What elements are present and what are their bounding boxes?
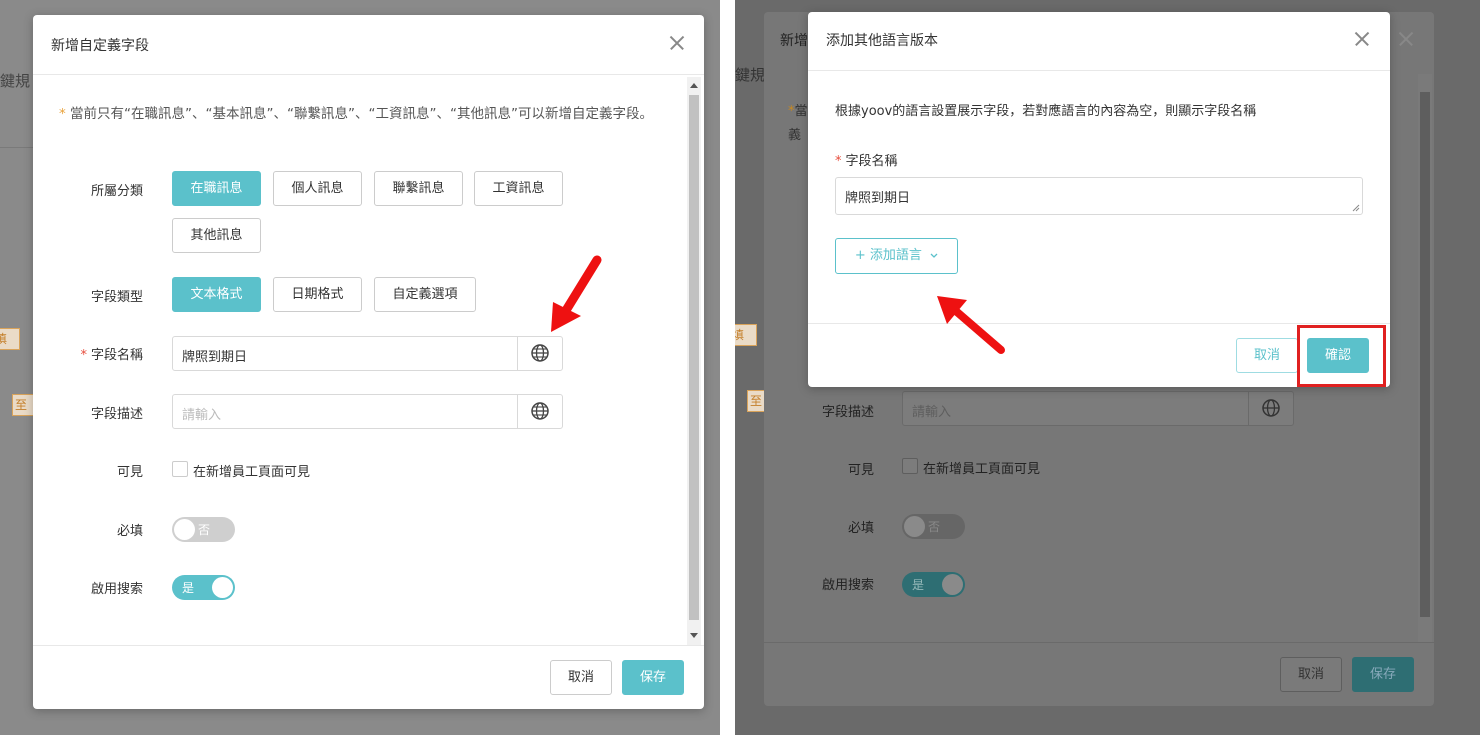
toggle-text: 是	[182, 581, 195, 595]
save-button[interactable]: 保存	[622, 660, 684, 695]
right-screenshot-panel: 鍵規 填 至 新增 *當 義 字段描述 請輸入 可見 在新增員工頁面可見 必填 …	[735, 0, 1480, 735]
field-name-label: * 字段名稱	[835, 154, 898, 169]
toggle-knob	[212, 577, 233, 598]
add-language-label: + 添加語言	[854, 248, 922, 263]
field-name-value: 牌照到期日	[845, 191, 911, 206]
close-icon	[1396, 29, 1416, 49]
globe-icon	[1262, 399, 1280, 417]
bg-search-label: 啟用搜索	[821, 578, 874, 593]
highlight-box-annotation	[1297, 325, 1386, 387]
bg-footer-divider	[764, 642, 1434, 643]
category-option[interactable]: 其他訊息	[172, 218, 261, 253]
background-text: 義	[788, 128, 802, 143]
notice-star: *	[59, 106, 66, 122]
bg-checkbox-label: 在新增員工頁面可見	[923, 462, 1041, 477]
bg-save-button: 保存	[1352, 657, 1414, 692]
cancel-button[interactable]: 取消	[1236, 338, 1298, 373]
category-option[interactable]: 工資訊息	[474, 171, 563, 206]
language-button[interactable]	[517, 395, 562, 428]
required-toggle[interactable]: 否	[172, 517, 235, 542]
searchable-label: 啟用搜索	[90, 582, 143, 597]
bg-language-button	[1248, 392, 1293, 425]
background-tag: 填	[0, 328, 20, 350]
left-screenshot-panel: 鍵規 填 至 新增自定義字段 * 當前只有“在職訊息”、“基本訊息”、“聯繫訊息…	[0, 0, 720, 735]
language-field-name-input[interactable]: 牌照到期日	[835, 177, 1363, 215]
visible-label: 可見	[116, 465, 143, 480]
bg-placeholder: 請輸入	[912, 405, 952, 420]
cancel-button[interactable]: 取消	[550, 660, 612, 695]
toggle-text: 否	[198, 523, 211, 537]
background-text: 鍵規	[735, 66, 766, 84]
background-text: 鍵規	[0, 72, 31, 90]
bg-visible-checkbox	[902, 458, 918, 474]
dialog-header: 添加其他語言版本	[808, 12, 1390, 71]
scroll-up-icon[interactable]	[690, 83, 698, 88]
bg-field-desc-label: 字段描述	[821, 405, 874, 420]
field-name-value: 牌照到期日	[182, 350, 248, 365]
field-name-input[interactable]: 牌照到期日	[172, 336, 563, 371]
toggle-text: 否	[928, 520, 941, 534]
footer-divider	[33, 645, 704, 646]
scroll-down-icon[interactable]	[690, 633, 698, 638]
visible-checkbox[interactable]	[172, 461, 188, 477]
close-icon[interactable]	[667, 33, 687, 53]
red-arrow-annotation	[551, 255, 602, 332]
notice-text: * 當前只有“在職訊息”、“基本訊息”、“聯繫訊息”、“工資訊息”、“其他訊息”…	[59, 103, 659, 125]
background-dialog-title: 新增	[780, 33, 808, 49]
bg-field-desc-input: 請輸入	[902, 391, 1294, 426]
field-desc-placeholder: 請輸入	[182, 408, 222, 423]
toggle-text: 是	[912, 578, 925, 592]
dialog-scrollbar[interactable]	[687, 77, 701, 645]
custom-field-dialog: 新增自定義字段 * 當前只有“在職訊息”、“基本訊息”、“聯繫訊息”、“工資訊息…	[33, 15, 704, 709]
language-button[interactable]	[517, 337, 562, 370]
field-type-option[interactable]: 日期格式	[273, 277, 362, 312]
dialog-header: 新增自定義字段	[33, 15, 704, 75]
required-label: 必填	[116, 524, 143, 539]
chevron-down-icon	[930, 253, 938, 258]
bg-cancel-button: 取消	[1280, 657, 1342, 692]
field-type-option-active[interactable]: 文本格式	[172, 277, 261, 312]
bg-required-toggle: 否	[902, 514, 965, 539]
field-name-label: * 字段名稱	[80, 348, 143, 363]
red-arrow-annotation	[937, 296, 1005, 354]
toggle-knob	[174, 519, 195, 540]
add-language-button[interactable]: + 添加語言	[835, 238, 958, 274]
category-label: 所屬分類	[90, 184, 143, 199]
bg-scrollbar	[1418, 74, 1432, 642]
field-type-label: 字段類型	[90, 290, 143, 305]
field-desc-input[interactable]: 請輸入	[172, 394, 563, 429]
globe-icon	[531, 402, 549, 420]
bg-required-label: 必填	[847, 521, 874, 536]
dialog-title: 添加其他語言版本	[826, 33, 938, 49]
globe-icon	[531, 344, 549, 362]
field-type-option[interactable]: 自定義選項	[374, 277, 476, 312]
resize-handle-icon[interactable]	[1352, 204, 1360, 212]
background-tag: 填	[735, 324, 757, 346]
bg-search-toggle: 是	[902, 572, 965, 597]
footer-divider	[808, 323, 1390, 324]
background-text: *當	[788, 104, 808, 119]
searchable-toggle[interactable]: 是	[172, 575, 235, 600]
category-option[interactable]: 聯繫訊息	[374, 171, 463, 206]
notice-message: 當前只有“在職訊息”、“基本訊息”、“聯繫訊息”、“工資訊息”、“其他訊息”可以…	[70, 106, 653, 122]
category-option[interactable]: 個人訊息	[273, 171, 362, 206]
dialog-title: 新增自定義字段	[51, 38, 149, 54]
language-description: 根據yoov的語言設置展示字段，若對應語言的內容為空，則顯示字段名稱	[835, 104, 1257, 119]
bg-visible-label: 可見	[847, 463, 874, 478]
category-option-active[interactable]: 在職訊息	[172, 171, 261, 206]
close-icon[interactable]	[1352, 29, 1372, 49]
field-desc-label: 字段描述	[90, 407, 143, 422]
scroll-thumb[interactable]	[689, 95, 699, 620]
visible-checkbox-label: 在新增員工頁面可見	[193, 465, 311, 480]
